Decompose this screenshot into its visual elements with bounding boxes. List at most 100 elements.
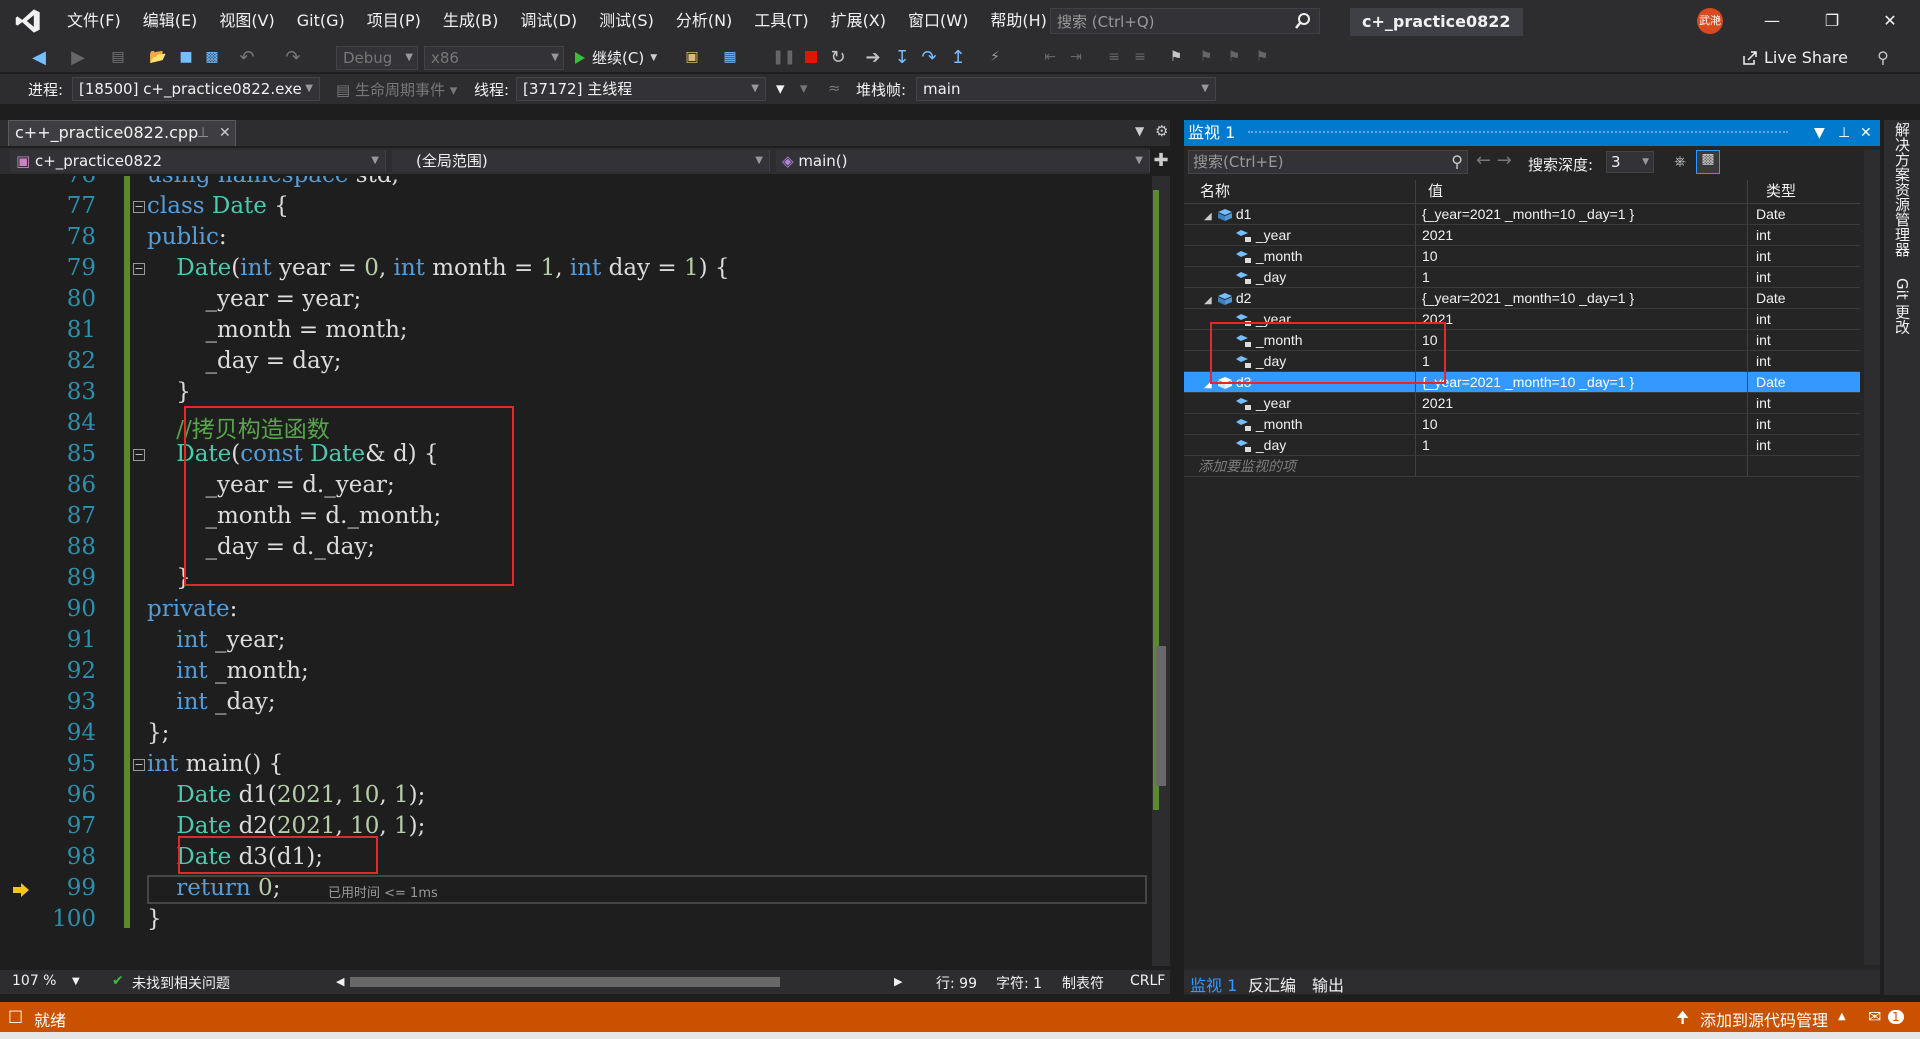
chevron-up-icon[interactable]: ▲ — [1838, 1011, 1846, 1022]
solution-explorer-tab[interactable]: 解决方案资源管理器 — [1892, 122, 1913, 257]
close-icon[interactable]: ✕ — [1860, 120, 1872, 146]
configuration-select[interactable]: Debug ▼ — [336, 46, 418, 70]
flag-threads-icon[interactable]: ≈ — [828, 79, 841, 97]
collapse-icon[interactable]: − — [133, 449, 145, 461]
add-watch-row[interactable]: 添加要监视的项 — [1184, 456, 1860, 477]
stack-frame-select[interactable]: main ▼ — [916, 77, 1216, 101]
menu-extensions[interactable]: 扩展(X) — [820, 0, 897, 42]
process-select[interactable]: [18500] c+_practice0822.exe ▼ — [72, 77, 320, 101]
gear-icon[interactable]: ⚙ — [1155, 122, 1168, 140]
watch-row-member[interactable]: _day 1 int — [1184, 435, 1860, 456]
indentation-mode[interactable]: 制表符 — [1062, 973, 1104, 993]
chevron-down-icon[interactable]: ▼ — [72, 976, 80, 987]
pin-watch-icon[interactable]: ⎈ — [1674, 152, 1686, 170]
function-nav-select[interactable]: ◈ main() ▼ — [776, 150, 1150, 172]
watch-value[interactable]: {_year=2021 _month=10 _day=1 } — [1418, 204, 1748, 225]
scroll-left-icon[interactable]: ◀ — [336, 975, 344, 988]
watch-value[interactable]: 10 — [1418, 246, 1748, 267]
pause-icon[interactable]: ❚❚ — [772, 46, 795, 68]
redo-icon[interactable]: ↷ — [282, 46, 304, 68]
add-watch-placeholder[interactable]: 添加要监视的项 — [1184, 456, 1416, 477]
collapse-icon[interactable]: − — [133, 201, 145, 213]
watch-value[interactable]: 1 — [1418, 351, 1748, 372]
arrow-up-icon[interactable]: 🠉 — [1676, 1007, 1689, 1034]
column-header-type[interactable]: 类型 — [1750, 180, 1860, 204]
menu-edit[interactable]: 编辑(E) — [132, 0, 209, 42]
issues-status[interactable]: 未找到相关问题 — [132, 973, 230, 993]
watch-row-d2[interactable]: ◢ d2 {_year=2021 _month=10 _day=1 } Date — [1184, 288, 1860, 309]
menu-tools[interactable]: 工具(T) — [743, 0, 819, 42]
notification-bell-icon[interactable]: ✉ — [1868, 1007, 1881, 1026]
watch-row-member[interactable]: _month 10 int — [1184, 414, 1860, 435]
menu-project[interactable]: 项目(P) — [356, 0, 432, 42]
watch-row-member[interactable]: _month 10 int — [1184, 246, 1860, 267]
thread-select[interactable]: [37172] 主线程 ▼ — [516, 77, 766, 101]
feedback-icon[interactable]: ⚲ — [1872, 46, 1894, 68]
watch-value[interactable]: 2021 — [1418, 393, 1748, 414]
menu-build[interactable]: 生成(B) — [432, 0, 509, 42]
watch-value[interactable]: 10 — [1418, 330, 1748, 351]
screenshot-icon[interactable]: ▦ — [718, 46, 742, 68]
watch-value[interactable]: 2021 — [1418, 309, 1748, 330]
watch-value[interactable]: 10 — [1418, 414, 1748, 435]
indent-icon[interactable]: ⇤ — [1040, 46, 1060, 68]
step-out-icon[interactable]: ↥ — [948, 46, 968, 68]
perf-tip[interactable]: 已用时间 <= 1ms — [328, 882, 438, 901]
watch-search-input[interactable]: 搜索(Ctrl+E) ⚲ — [1188, 150, 1468, 174]
prev-bookmark-icon[interactable]: ⚑ — [1196, 46, 1216, 68]
collapse-icon[interactable]: − — [133, 263, 145, 275]
uncomment-icon[interactable]: ≡ — [1130, 46, 1150, 68]
menu-test[interactable]: 测试(S) — [588, 0, 665, 42]
menu-help[interactable]: 帮助(H) — [979, 0, 1058, 42]
tab-cpp-file[interactable]: c++_practice0822.cpp ⊥ ✕ — [8, 120, 236, 146]
undo-icon[interactable]: ↶ — [236, 46, 258, 68]
watch-row-member[interactable]: _day 1 int — [1184, 267, 1860, 288]
menu-git[interactable]: Git(G) — [286, 0, 356, 42]
close-tab-icon[interactable]: ✕ — [219, 121, 231, 145]
watch-value[interactable]: 2021 — [1418, 225, 1748, 246]
filter-icon[interactable]: ▾ — [776, 79, 785, 99]
scrollbar-thumb[interactable] — [1156, 646, 1166, 786]
tab-output[interactable]: 输出 — [1312, 972, 1344, 996]
tab-overflow-icon[interactable]: ▼ — [1135, 124, 1144, 138]
tab-watch-1[interactable]: 监视 1 — [1190, 972, 1237, 996]
menu-file[interactable]: 文件(F) — [56, 0, 132, 42]
watch-row-member[interactable]: _year 2021 int — [1184, 393, 1860, 414]
editor-vertical-scrollbar[interactable] — [1152, 176, 1170, 966]
window-position-icon[interactable]: ▼ — [1814, 120, 1825, 146]
collapse-icon[interactable]: − — [133, 759, 145, 771]
search-prev-next-icon[interactable]: ← → — [1476, 150, 1512, 171]
clear-bookmarks-icon[interactable]: ⚑ — [1252, 46, 1272, 68]
minimize-button[interactable]: — — [1752, 6, 1792, 36]
restart-icon[interactable]: ↻ — [828, 46, 848, 68]
scroll-right-icon[interactable]: ▶ — [894, 975, 902, 988]
watch-value[interactable]: 1 — [1418, 435, 1748, 456]
pin-icon[interactable]: ⊥ — [197, 121, 209, 145]
maximize-button[interactable]: ❐ — [1812, 6, 1852, 36]
code-editor[interactable]: 76 using namespace std; 77 − class Date … — [0, 176, 1150, 966]
watch-row-member[interactable]: _year 2021 int — [1184, 225, 1860, 246]
bookmark-icon[interactable]: ⚑ — [1166, 46, 1186, 68]
navigate-forward-icon[interactable]: ▶ — [68, 46, 88, 68]
watch-value[interactable]: 1 — [1418, 267, 1748, 288]
project-nav-select[interactable]: ▣ c+_practice0822 ▼ — [10, 150, 386, 172]
watch-vertical-scrollbar[interactable] — [1864, 150, 1880, 965]
zoom-level[interactable]: 107 % — [12, 973, 56, 989]
navigate-back-icon[interactable]: ◀ — [28, 46, 50, 68]
expand-arrow-icon[interactable]: ◢ — [1204, 290, 1218, 309]
menu-debug[interactable]: 调试(D) — [509, 0, 588, 42]
tab-disassembly[interactable]: 反汇编 — [1248, 972, 1296, 996]
line-ending[interactable]: CRLF — [1130, 973, 1165, 989]
stop-icon[interactable] — [802, 46, 820, 68]
hex-display-icon[interactable]: ▩ — [1696, 150, 1720, 174]
search-depth-select[interactable]: 3 ▼ — [1606, 151, 1654, 173]
save-all-icon[interactable]: ▩ — [202, 46, 222, 68]
new-project-icon[interactable]: ▤ — [108, 46, 128, 68]
split-editor-icon[interactable]: ✚ — [1152, 150, 1170, 172]
comment-icon[interactable]: ≡ — [1104, 46, 1124, 68]
step-over-icon[interactable]: ↷ — [918, 46, 940, 68]
pin-icon[interactable]: ⊥ — [1838, 120, 1850, 146]
column-header-name[interactable]: 名称 — [1184, 180, 1416, 204]
open-file-icon[interactable]: 📂 — [148, 46, 168, 68]
scope-nav-select[interactable]: (全局范围) ▼ — [392, 150, 770, 172]
